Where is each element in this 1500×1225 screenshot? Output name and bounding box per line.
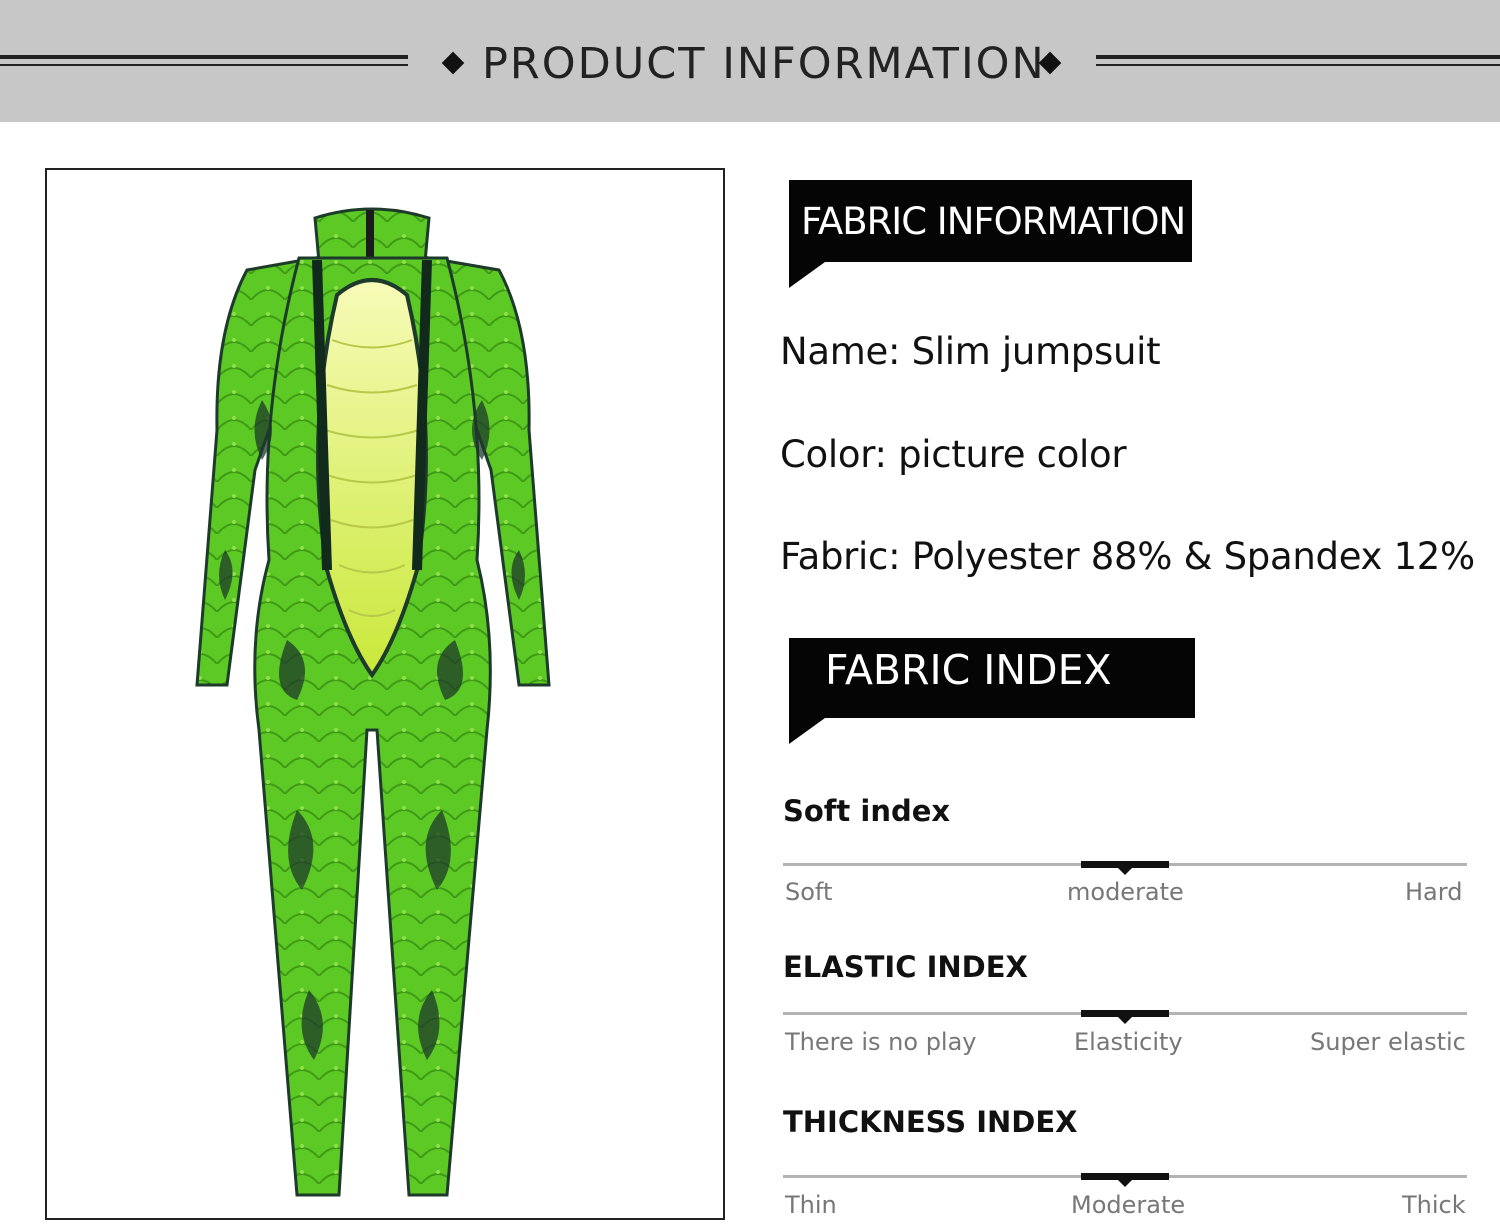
- fabric-information-label: FABRIC INFORMATION: [789, 180, 1192, 288]
- soft-index-title: Soft index: [783, 794, 951, 828]
- product-name: Name: Slim jumpsuit: [780, 330, 1161, 373]
- fabric-information-heading: FABRIC INFORMATION: [801, 200, 1186, 243]
- banner-title: PRODUCT INFORMATION: [482, 39, 1046, 89]
- thickness-label-mid: Moderate: [1071, 1191, 1186, 1219]
- soft-label-low: Soft: [785, 878, 833, 906]
- soft-label-mid: moderate: [1067, 878, 1184, 906]
- diamond-icon: [441, 51, 465, 75]
- thickness-index-marker: [1081, 1173, 1169, 1187]
- header-banner: PRODUCT INFORMATION: [0, 0, 1500, 122]
- banner-right-rule: [1096, 55, 1500, 69]
- elastic-index-marker: [1081, 1010, 1169, 1024]
- elastic-label-low: There is no play: [785, 1028, 977, 1056]
- product-fabric: Fabric: Polyester 88% & Spandex 12%: [780, 535, 1475, 578]
- thickness-label-high: Thick: [1402, 1191, 1466, 1219]
- fabric-index-heading: FABRIC INDEX: [825, 646, 1112, 694]
- label-tail: [789, 718, 825, 744]
- soft-index-marker: [1081, 861, 1169, 875]
- fabric-index-label: FABRIC INDEX: [789, 638, 1195, 744]
- banner-left-rule: [0, 55, 408, 69]
- product-color: Color: picture color: [780, 433, 1127, 476]
- label-tail: [789, 262, 825, 288]
- elastic-index-title: ELASTIC INDEX: [783, 950, 1028, 984]
- elastic-label-high: Super elastic: [1310, 1028, 1466, 1056]
- thickness-label-low: Thin: [785, 1191, 837, 1219]
- soft-label-high: Hard: [1405, 878, 1463, 906]
- jumpsuit-image: [195, 207, 551, 1197]
- elastic-label-mid: Elasticity: [1074, 1028, 1183, 1056]
- product-photo-frame: [45, 168, 725, 1220]
- thickness-index-title: THICKNESS INDEX: [783, 1105, 1078, 1139]
